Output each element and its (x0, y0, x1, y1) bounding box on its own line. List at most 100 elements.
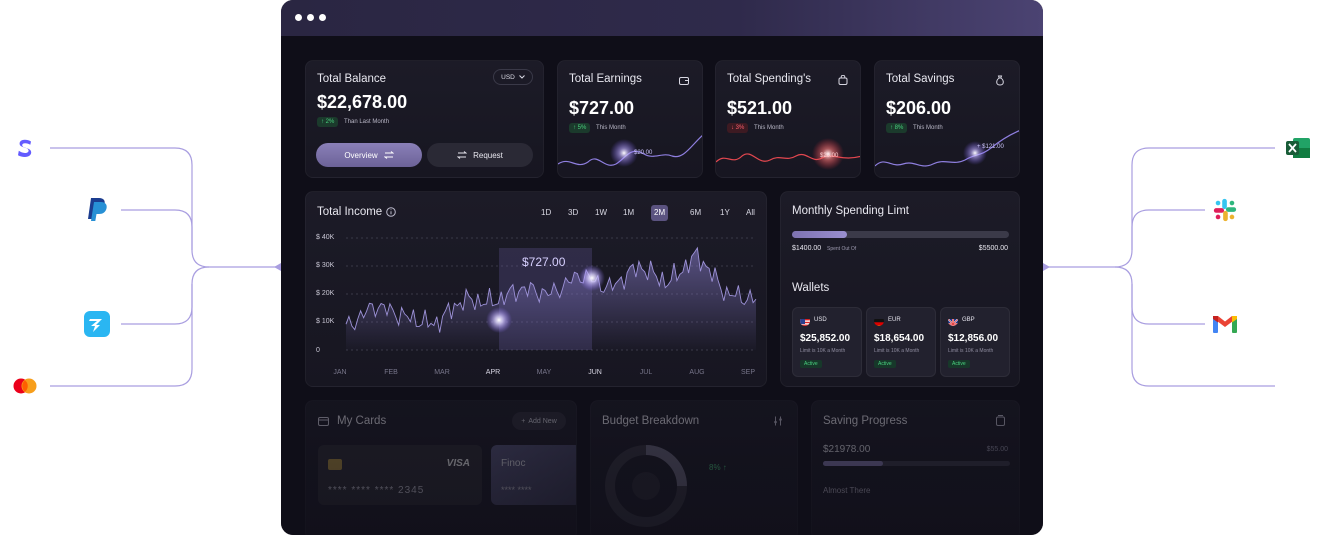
second-card-name: Finoc (501, 458, 526, 469)
wallet-status: Active (874, 360, 896, 368)
saving-progress-fill (823, 461, 883, 466)
card-title: Monthly Spending Limt (792, 205, 909, 217)
x-tick-label: MAR (434, 369, 450, 376)
budget-breakdown-card: Budget Breakdown 8% ↑ (590, 400, 798, 535)
wallet-limit: Limit is 10K a Month (800, 348, 846, 354)
card-title: Saving Progress (823, 415, 908, 427)
x-tick-label: FEB (384, 369, 398, 376)
spent-amount: $1400.00 (792, 245, 822, 252)
x-tick-label: JAN (333, 369, 347, 376)
request-label: Request (473, 150, 503, 160)
spent-note: Spent Out Of (827, 246, 857, 252)
x-tick-label: AUG (689, 369, 705, 376)
income-area-chart: $727.00 (345, 237, 757, 351)
second-card-number: **** **** (501, 485, 532, 495)
slack-logo (1212, 197, 1238, 223)
window-dot[interactable] (295, 14, 302, 21)
filter-icon[interactable] (773, 416, 783, 426)
wallets-title: Wallets (792, 282, 830, 294)
limit-amount: $5500.00 (978, 245, 1008, 252)
paypal-logo (84, 196, 110, 222)
window-dot[interactable] (307, 14, 314, 21)
wallet-amount: $18,654.00 (874, 333, 925, 344)
card-title: Budget Breakdown (602, 415, 700, 427)
de-flag-icon (874, 316, 884, 326)
total-savings-card: Total Savings $206.00 ↑ 8% This Month + … (874, 60, 1020, 178)
swap-icon (457, 151, 468, 159)
visa-label: VISA (446, 458, 470, 469)
spending-progress-fill (792, 231, 848, 238)
request-button[interactable]: Request (427, 143, 533, 167)
x-tick-label: MAY (536, 369, 552, 376)
window-titlebar (281, 0, 1043, 36)
saving-progress-card: Saving Progress $21978.00 $55.00 Almost … (811, 400, 1020, 535)
swap-icon (383, 151, 394, 159)
my-cards-card: My Cards + Add New VISA **** **** **** 2… (305, 400, 577, 535)
second-card[interactable]: Finoc **** **** (491, 445, 576, 505)
uk-flag-icon (948, 316, 958, 326)
excel-logo (1285, 135, 1311, 161)
savings-sparkline: + $121.00 (875, 130, 1019, 167)
wallet-status: Active (800, 360, 822, 368)
highlight-point[interactable] (579, 265, 605, 291)
total-spendings-card: Total Spending's $521.00 ↓ 3% This Month… (715, 60, 861, 178)
budget-change: 8% ↑ (709, 463, 727, 472)
x-tick-label: APR (485, 369, 501, 376)
chart-tag: $20.00 (634, 150, 653, 156)
earnings-amount: $727.00 (569, 98, 635, 118)
wallet-amount: $12,856.00 (948, 333, 999, 344)
card-title: Total Balance (317, 73, 387, 85)
overview-button[interactable]: Overview (316, 143, 422, 167)
visa-card[interactable]: VISA **** **** **** 2345 (318, 445, 482, 505)
saving-target: $55.00 (986, 446, 1008, 453)
balance-amount: $22,678.00 (317, 92, 408, 112)
total-earnings-card: Total Earnings $727.00 ↑ 5% This Month $… (557, 60, 703, 178)
card-icon (318, 417, 329, 426)
change-note: Than Last Month (344, 119, 390, 125)
overview-label: Overview (344, 150, 378, 160)
wallet-gbp[interactable]: GBP $12,856.00 Limit is 10K a Month Acti… (940, 307, 1010, 377)
gmail-logo (1212, 311, 1238, 337)
spending-progress-track (792, 231, 1009, 238)
stripe-logo (12, 135, 38, 161)
budget-donut (605, 445, 687, 527)
chip-icon (328, 459, 342, 470)
chart-tag: $20.00 (820, 153, 839, 159)
us-flag-icon (800, 316, 810, 326)
money-bag-icon[interactable] (991, 71, 1009, 89)
x-tick-label: JUL (639, 369, 653, 376)
currency-select[interactable]: USD (493, 69, 533, 85)
x-tick-label: JUN (588, 369, 602, 376)
saving-note: Almost There (823, 486, 871, 495)
spending-limit-wallets-card: Monthly Spending Limt $1400.00 Spent Out… (780, 191, 1020, 387)
saving-amount: $21978.00 (823, 444, 871, 455)
add-card-button[interactable]: + Add New (512, 412, 566, 430)
total-income-card: Total Income 1D 3D 1W 1M 2M 6M 1Y All $ 40K $ 3… (305, 191, 767, 387)
currency-value: USD (501, 73, 515, 81)
card-title: Total Earnings (569, 73, 642, 85)
bag-icon[interactable] (834, 71, 852, 89)
highlight-point[interactable] (486, 307, 512, 333)
card-title: Total Spending's (727, 73, 812, 85)
wallet-amount: $25,852.00 (800, 333, 851, 344)
dashboard-window: Total Balance USD $22,678.00 ↑ 2% Than L… (281, 0, 1043, 535)
wallet-currency: GBP (962, 317, 975, 323)
chevron-down-icon (519, 75, 525, 79)
saving-progress-track (823, 461, 1010, 466)
plus-icon: + (521, 417, 526, 425)
earnings-sparkline: $20.00 (558, 135, 702, 167)
wallet-currency: USD (814, 317, 827, 323)
card-title: My Cards (337, 415, 387, 427)
savings-amount: $206.00 (886, 98, 952, 118)
window-controls (295, 14, 326, 21)
window-dot[interactable] (319, 14, 326, 21)
add-card-label: Add New (528, 417, 557, 425)
wise-logo (84, 311, 110, 337)
wallet-eur[interactable]: EUR $18,654.00 Limit is 10K a Month Acti… (866, 307, 936, 377)
wallet-usd[interactable]: USD $25,852.00 Limit is 10K a Month Acti… (792, 307, 862, 377)
card-title: Total Savings (886, 73, 955, 85)
wallet-icon[interactable] (675, 71, 693, 89)
total-balance-card: Total Balance USD $22,678.00 ↑ 2% Than L… (305, 60, 544, 178)
chart-tag: + $121.00 (977, 144, 1005, 150)
savings-jar-icon[interactable] (996, 415, 1005, 426)
